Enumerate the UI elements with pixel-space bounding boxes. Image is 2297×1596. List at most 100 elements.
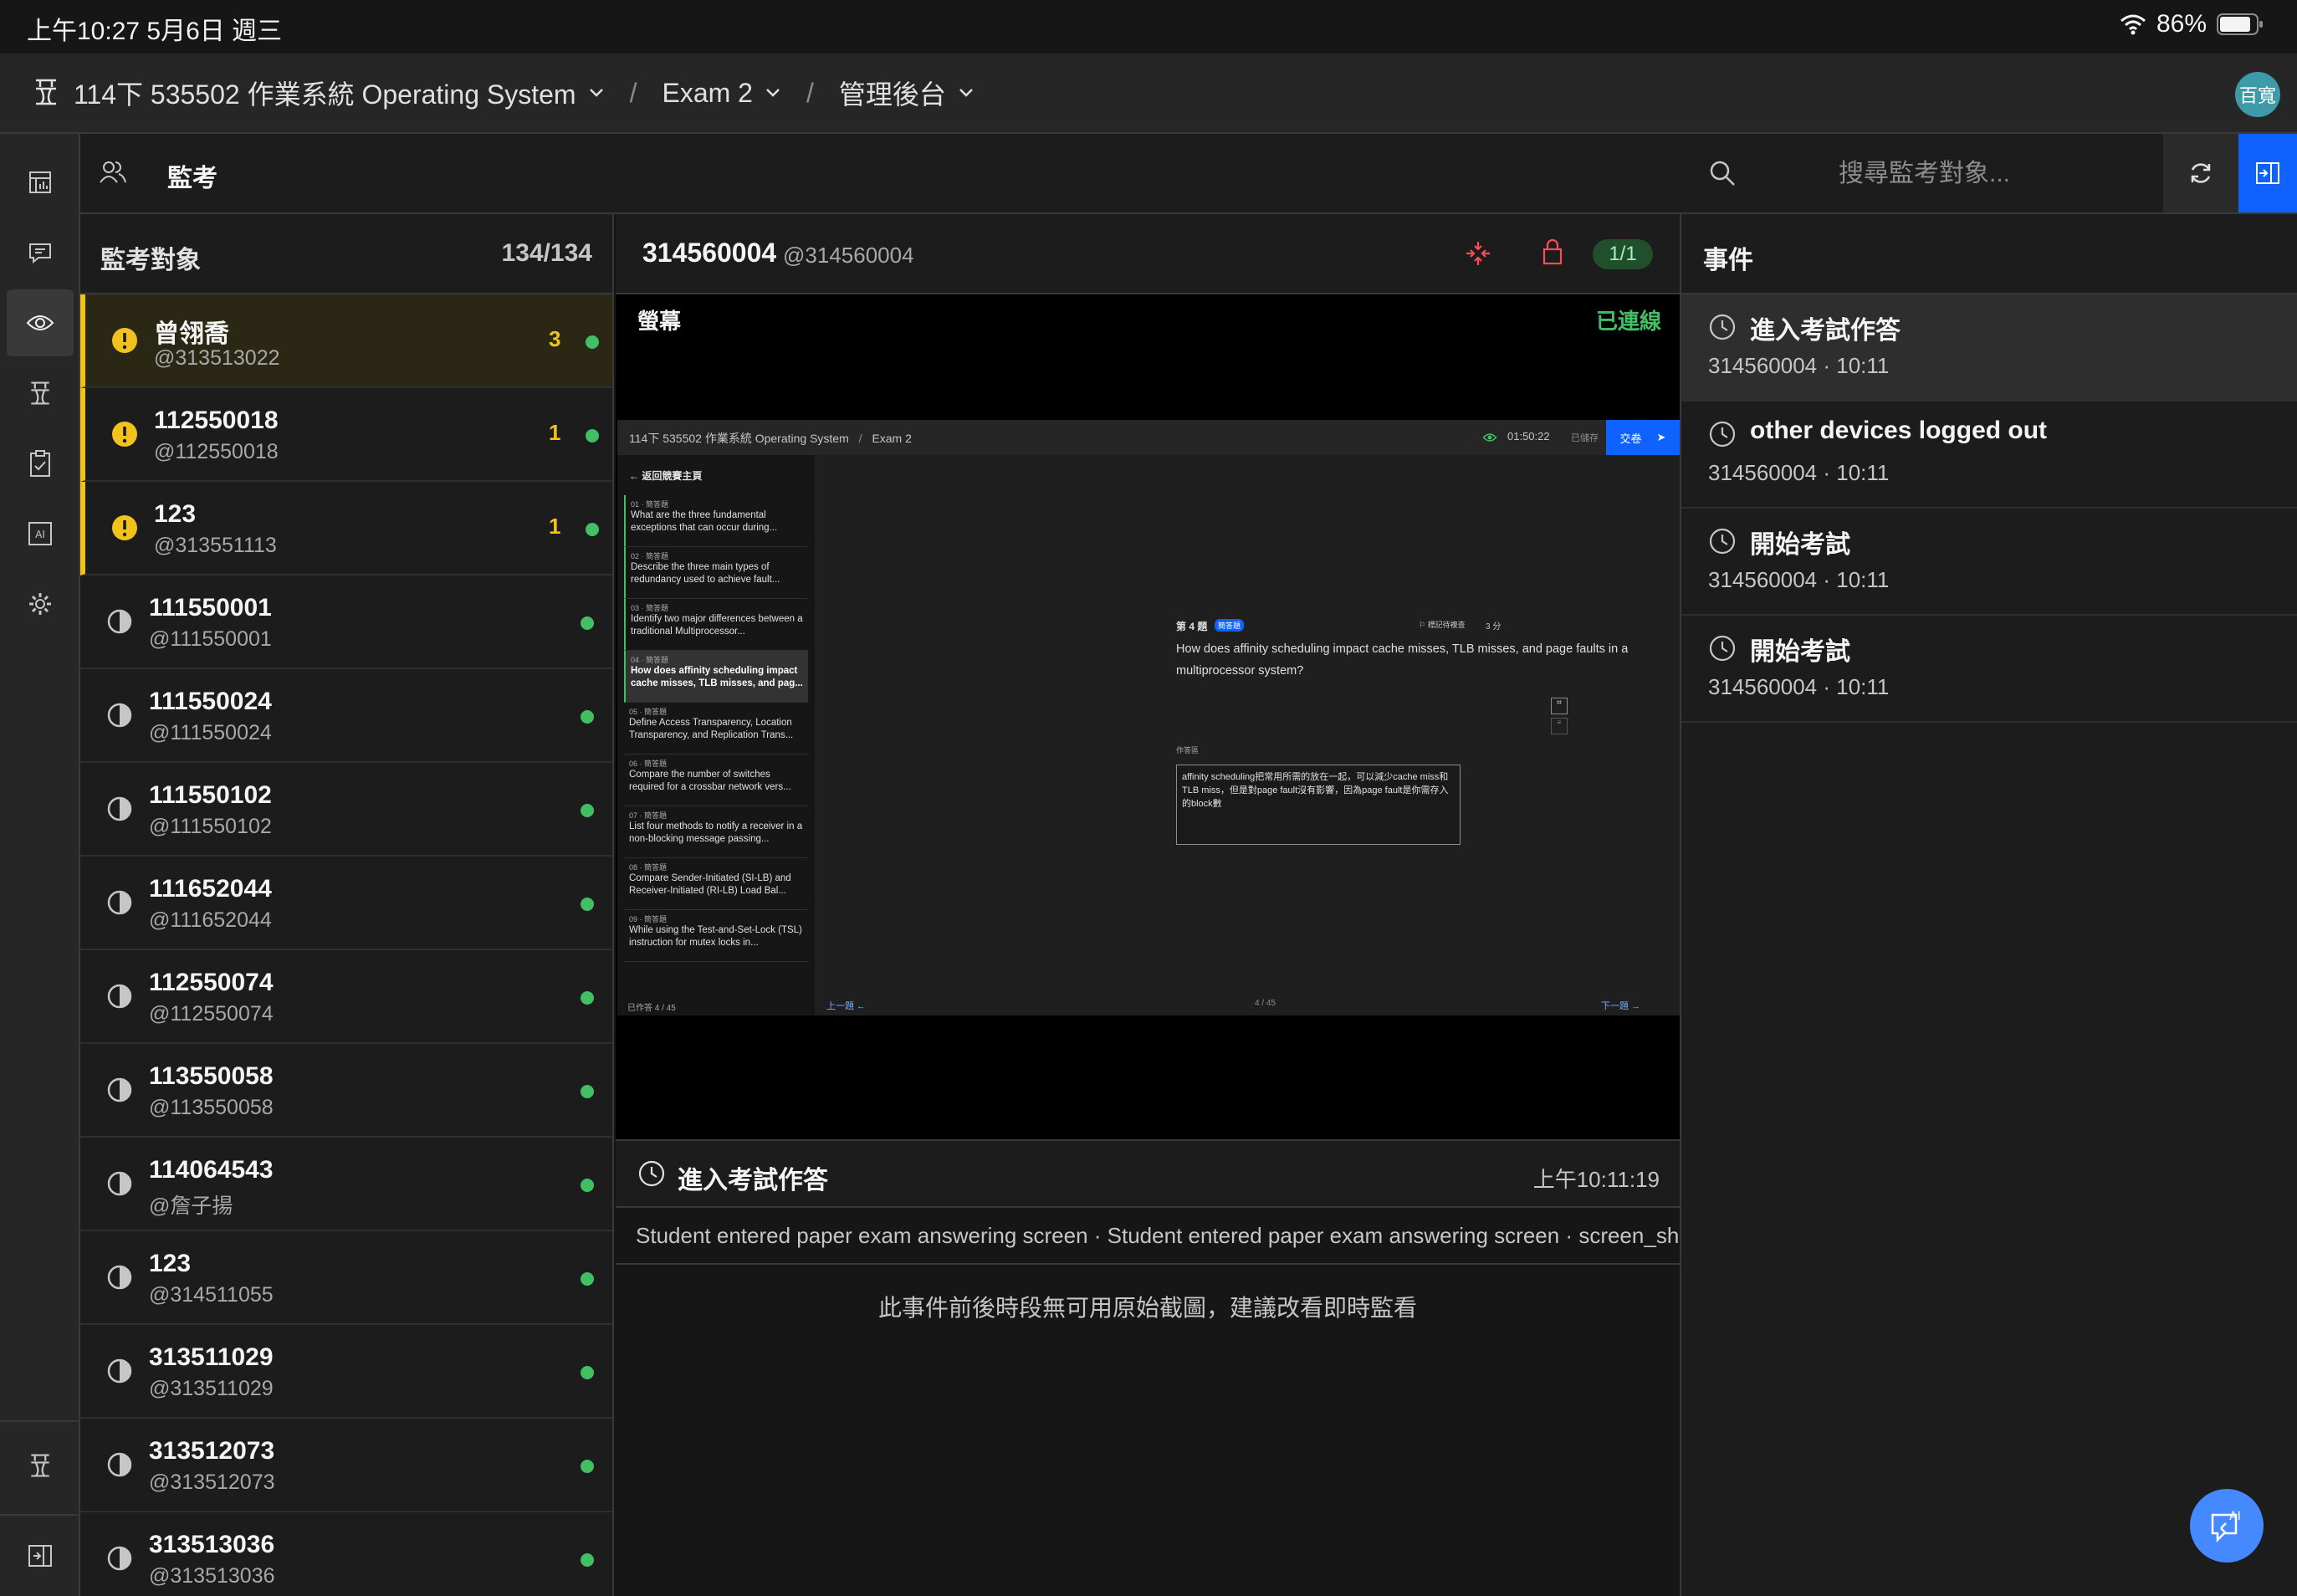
status-time: 上午10:27 5月6日 週三	[27, 18, 283, 45]
settings-nav-button[interactable]	[7, 570, 74, 637]
event-item[interactable]: other devices logged out 314560004 · 10:1…	[1681, 402, 2297, 509]
student-row[interactable]: 114064543 @詹子揚	[80, 1138, 612, 1231]
online-indicator	[586, 335, 599, 349]
roster-list: 曾翎喬 @313513022 3 112550018 @112550018 1 123 @31…	[80, 294, 612, 1596]
student-name: 112550018	[154, 407, 279, 434]
student-handle: @111550102	[149, 815, 272, 838]
search-icon	[1708, 159, 1737, 187]
warning-icon	[110, 326, 139, 355]
event-item[interactable]: 開始考試 314560004 · 10:11	[1681, 616, 2297, 723]
student-handle: @112550018	[154, 440, 279, 463]
capture-question-line1: How does affinity scheduling impact cach…	[1176, 642, 1629, 656]
grading-nav-button[interactable]	[7, 430, 74, 497]
panel-collapse-icon	[2254, 161, 2281, 186]
capture-page: 4 / 45	[1255, 999, 1276, 1008]
capture-question-number: 05 · 簡答題	[629, 708, 668, 716]
student-row[interactable]: 112550018 @112550018 1	[80, 388, 612, 482]
capture-exam: Exam 2	[872, 432, 912, 445]
fullscreen-button[interactable]	[1464, 239, 1492, 268]
capture-question-item: 07 · 簡答題 List four methods to notify a re…	[624, 806, 808, 858]
student-row[interactable]: 123 @313551113 1	[80, 482, 612, 575]
expand-rail-button[interactable]	[7, 1522, 74, 1589]
breadcrumb-exam[interactable]: Exam 2	[662, 78, 780, 109]
student-handle: @詹子揚	[149, 1194, 233, 1218]
messages-nav-button[interactable]	[7, 219, 74, 286]
progress-icon	[105, 701, 134, 729]
warning-icon	[110, 420, 139, 448]
ai-assistant-button[interactable]: AI	[2190, 1489, 2264, 1563]
student-row[interactable]: 111550024 @111550024	[80, 669, 612, 763]
capture-question-number: 06 · 簡答題	[629, 760, 668, 768]
student-row[interactable]: 313512073 @313512073	[80, 1419, 612, 1512]
capture-question-item: 02 · 簡答題 Describe the three main types of…	[624, 547, 808, 599]
student-handle: @112550074	[149, 1002, 274, 1026]
student-row[interactable]: 111550102 @111550102	[80, 763, 612, 857]
student-row[interactable]: 111550001 @111550001	[80, 575, 612, 669]
send-icon: ➤	[1656, 431, 1666, 443]
dashboard-nav-button[interactable]	[7, 149, 74, 216]
page-count-badge: 1/1	[1593, 239, 1653, 269]
event-item[interactable]: 開始考試 314560004 · 10:11	[1681, 509, 2297, 616]
progress-icon	[105, 1169, 134, 1198]
refresh-button[interactable]	[2163, 134, 2238, 212]
alert-count: 1	[549, 514, 561, 539]
student-handle: @314560004	[783, 243, 914, 268]
chat-icon	[27, 239, 54, 266]
capture-question-item: 06 · 簡答題 Compare the number of switches r…	[624, 755, 808, 806]
exam-home-button[interactable]	[7, 1432, 74, 1499]
proctor-nav-button[interactable]	[7, 289, 74, 356]
student-row[interactable]: 313513036 @313513036	[80, 1512, 612, 1596]
exam-nav-button[interactable]	[7, 360, 74, 427]
events-panel: 事件 進入考試作答 314560004 · 10:11 other devices …	[1680, 214, 2297, 1596]
student-row[interactable]: 313511029 @313511029	[80, 1325, 612, 1419]
event-item[interactable]: 進入考試作答 314560004 · 10:11	[1681, 294, 2297, 402]
capture-question-number: 02 · 簡答題	[631, 552, 669, 560]
clock-icon	[637, 1159, 666, 1188]
capture-progress: 已作答 4 / 45	[627, 1004, 676, 1013]
student-id: 314560004	[642, 238, 777, 268]
proctor-toolbar: 監考	[80, 134, 2297, 214]
student-name: 313513036	[149, 1531, 275, 1558]
progress-icon	[105, 1450, 134, 1479]
capture-tool-icon: ⌗	[1551, 698, 1568, 714]
exam-logo-icon	[28, 380, 52, 407]
student-name: 123	[154, 500, 197, 528]
breadcrumb-course[interactable]: 114下 535502 作業系統 Operating System	[74, 74, 605, 112]
student-row[interactable]: 113550058 @113550058	[80, 1044, 612, 1138]
student-handle: @111550024	[149, 721, 272, 744]
student-row[interactable]: 123 @314511055	[80, 1231, 612, 1325]
student-row[interactable]: 曾翎喬 @313513022 3	[80, 294, 612, 388]
event-detail-description-row: Student entered paper exam answering scr…	[616, 1208, 1711, 1265]
wifi-icon	[2120, 13, 2146, 35]
events-header: 事件	[1681, 214, 2297, 294]
event-detail-time: 上午10:11:19	[1532, 1167, 1660, 1192]
event-detail-title: 進入考試作答	[678, 1167, 828, 1194]
event-title: 開始考試	[1750, 531, 1850, 559]
student-handle: @313511029	[149, 1377, 274, 1400]
capture-question-body: 第 4 題 簡答題 ⚐ 標記待複查 3 分 How does affinity …	[815, 455, 1680, 1015]
capture-next: 下一題 →	[1601, 1001, 1641, 1011]
capture-question-item: 09 · 簡答題 While using the Test-and-Set-Loc…	[624, 910, 808, 962]
user-avatar[interactable]: 百寬	[2235, 72, 2280, 117]
progress-icon	[105, 1544, 134, 1573]
breadcrumb-admin[interactable]: 管理後台	[839, 74, 975, 112]
online-indicator	[581, 991, 594, 1005]
student-name: 313511029	[149, 1343, 274, 1371]
events-list: 進入考試作答 314560004 · 10:11 other devices log…	[1681, 294, 2297, 796]
ai-nav-button[interactable]: AI	[7, 500, 74, 567]
warning-icon	[110, 514, 139, 542]
lock-button[interactable]	[1541, 238, 1564, 266]
student-row[interactable]: 112550074 @112550074	[80, 950, 612, 1044]
student-row[interactable]: 111652044 @111652044	[80, 857, 612, 950]
breadcrumb-separator: /	[629, 77, 637, 108]
toggle-panel-button[interactable]	[2238, 134, 2297, 212]
event-detail-header: 進入考試作答 上午10:11:19	[616, 1139, 1680, 1208]
capture-question-item: 04 · 簡答題 How does affinity scheduling imp…	[624, 651, 808, 703]
clock-icon	[1708, 420, 1737, 448]
student-handle: @314511055	[149, 1283, 274, 1307]
capture-timer: 01:50:22	[1507, 430, 1550, 442]
student-header: 314560004 @314560004 1/1	[616, 214, 1680, 294]
capture-q-type: 簡答題	[1215, 619, 1245, 632]
roster-title: 監考對象	[100, 247, 201, 274]
student-handle: @313551113	[154, 534, 277, 557]
